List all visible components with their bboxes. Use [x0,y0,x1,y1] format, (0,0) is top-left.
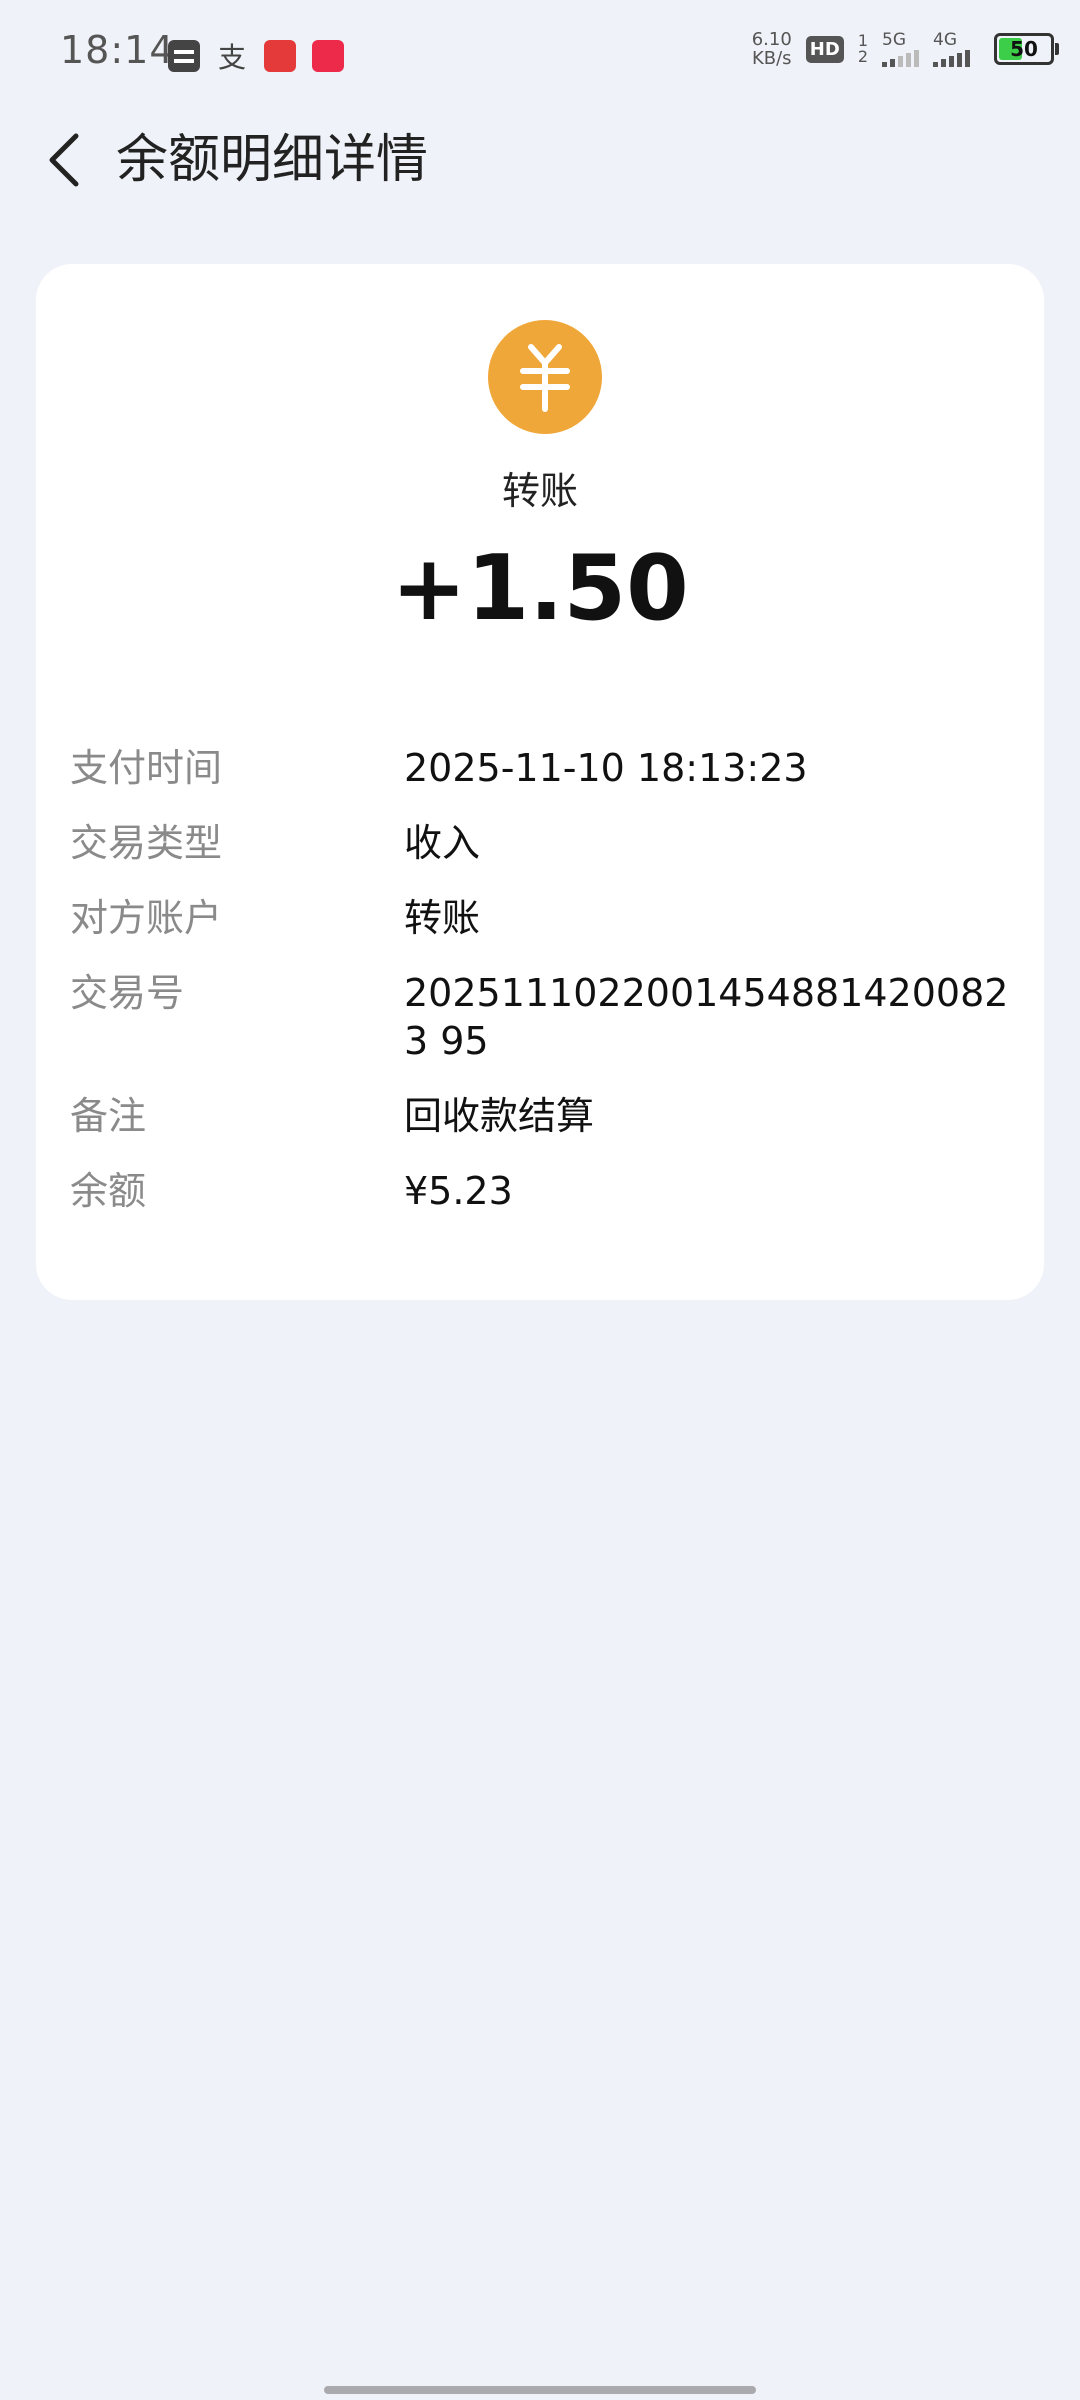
detail-label: 备注 [70,1094,147,1138]
xiaohongshu-icon [312,40,344,72]
transaction-type-title: 转账 [501,469,578,513]
status-indicators: 6.10 KB/s HD 1 2 5G 4G 50 [752,30,1059,68]
network-speed: 6.10 KB/s [752,30,792,68]
detail-row-balance: 余额 ¥5.23 [70,1167,1020,1215]
yuan-symbol-icon [520,344,570,412]
page-title: 余额明细详情 [116,130,429,190]
sim-slot-labels: 1 2 [858,33,868,65]
chevron-left-icon [49,133,79,187]
message-icon [168,40,200,72]
detail-label: 交易类型 [70,821,223,865]
network-speed-value: 6.10 [751,29,792,50]
status-time: 18:14 [60,28,175,72]
status-bar: 18:14 支 6.10 KB/s HD 1 2 5G 4G 50 [0,0,1080,110]
signal-5g: 5G [882,31,919,67]
hd-icon: HD [805,35,844,63]
app-header: 余额明细详情 [0,110,1080,210]
back-button[interactable] [32,128,96,192]
notification-icons: 支 [168,36,344,76]
detail-label: 交易号 [70,971,185,1015]
detail-value: 2025-11-10 18:13:23 [404,746,808,790]
detail-list: 支付时间 2025-11-10 18:13:23 交易类型 收入 对方账户 转账… [70,744,1020,1242]
yuan-icon [488,320,602,434]
detail-value: 转账 [404,896,481,940]
signal-4g: 4G [933,31,970,67]
alipay-icon: 支 [217,41,246,74]
detail-value: ¥5.23 [404,1169,513,1213]
detail-value: 20251110220014548814200823 95 [404,971,1009,1063]
sim2-label: 2 [857,47,868,66]
detail-value: 收入 [404,821,481,865]
transaction-detail-card: 转账 +1.50 支付时间 2025-11-10 18:13:23 交易类型 收… [36,264,1044,1300]
detail-label: 支付时间 [70,746,223,790]
battery-icon: 50 [994,33,1059,65]
detail-label: 余额 [70,1169,147,1213]
pinduoduo-icon [264,40,296,72]
detail-row-counterparty: 对方账户 转账 [70,894,1020,942]
signal-bars-icon [882,49,919,67]
signal-bars-icon [933,49,970,67]
home-indicator[interactable] [324,2386,756,2394]
network-5g-label: 5G [882,30,906,50]
detail-row-transaction-number: 交易号 20251110220014548814200823 95 [70,969,1020,1065]
detail-row-remark: 备注 回收款结算 [70,1092,1020,1140]
network-4g-label: 4G [933,30,957,50]
battery-level: 50 [1010,37,1038,61]
detail-label: 对方账户 [70,896,223,940]
network-speed-unit: KB/s [751,48,792,69]
detail-row-payment-time: 支付时间 2025-11-10 18:13:23 [70,744,1020,792]
detail-value: 回收款结算 [404,1094,595,1138]
detail-row-transaction-type: 交易类型 收入 [70,819,1020,867]
transaction-amount: +1.50 [391,536,689,641]
